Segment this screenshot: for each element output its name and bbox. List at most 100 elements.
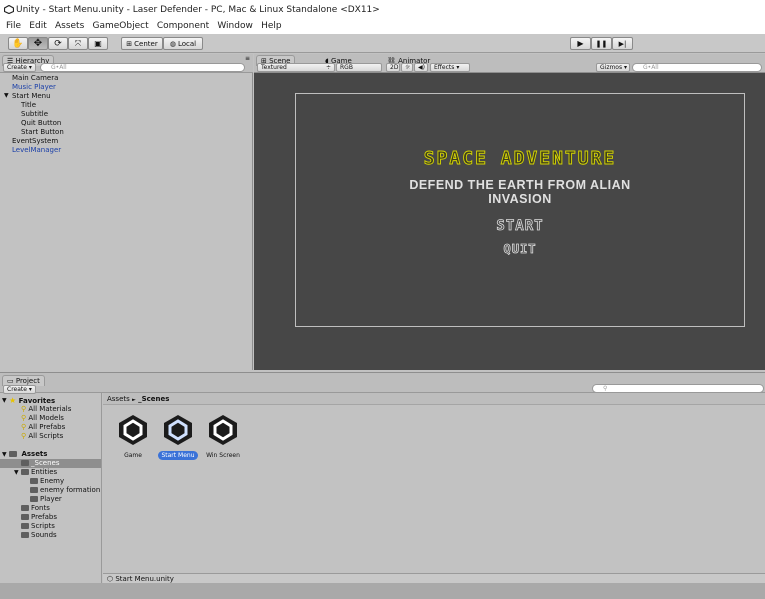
start-button-text[interactable]: START (296, 218, 744, 235)
folder-icon (21, 460, 29, 466)
favorites-label: Favorites (18, 397, 56, 405)
hierarchy-item-eventsystem[interactable]: EventSystem (12, 137, 58, 145)
project-search-input[interactable]: ⚲ (592, 384, 764, 393)
game-subtitle-line1: DEFEND THE EARTH FROM ALIAN (409, 178, 631, 192)
hierarchy-create-dropdown[interactable]: Create ▾ (3, 63, 36, 72)
play-button[interactable]: ▶ (570, 37, 591, 50)
favorite-label: All Scripts (28, 432, 64, 440)
folder-enemy-formation[interactable]: enemy formation (30, 486, 100, 494)
asset-scene-start-menu[interactable]: Start Menu (158, 413, 198, 460)
hierarchy-item-music-player[interactable]: Music Player (12, 83, 56, 91)
create-label: Create (7, 386, 27, 393)
hierarchy-item-start-menu[interactable]: Start Menu (12, 92, 51, 100)
asset-scene-game[interactable]: Game (113, 413, 153, 460)
rect-tool-button[interactable]: ▣ (88, 37, 108, 50)
folder-prefabs[interactable]: Prefabs (21, 513, 57, 521)
scale-tool-button[interactable]: ⤧ (68, 37, 88, 50)
rotate-tool-button[interactable]: ⟳ (48, 37, 68, 50)
expand-arrow-icon[interactable]: ▼ (4, 92, 9, 99)
favorite-label: All Prefabs (28, 423, 66, 431)
assets-root[interactable]: Assets (9, 450, 47, 458)
hierarchy-item-main-camera[interactable]: Main Camera (12, 74, 58, 82)
assets-label: Assets (21, 450, 48, 458)
breadcrumb-scenes[interactable]: _Scenes (138, 395, 169, 403)
game-subtitle-text[interactable]: DEFEND THE EARTH FROM ALIAN INVASION (296, 178, 744, 206)
menu-assets[interactable]: Assets (55, 21, 84, 31)
create-label: Create (7, 64, 27, 71)
menu-window[interactable]: Window (217, 21, 253, 31)
favorite-all-materials[interactable]: ⚲ All Materials (21, 405, 71, 413)
quit-button-text[interactable]: QUIT (296, 242, 744, 257)
folder-player[interactable]: Player (30, 495, 62, 503)
2d-mode-toggle[interactable]: 2D (386, 63, 400, 72)
menu-gameobject[interactable]: GameObject (93, 21, 149, 31)
menu-edit[interactable]: Edit (29, 21, 46, 31)
search-icon: ⚲ (21, 423, 27, 431)
gizmos-label: Gizmos (600, 64, 623, 71)
step-button[interactable]: ▶| (612, 37, 633, 50)
scene-panel-header: ⊞ Scene ◖ Game ⛓ Animator Textured ÷ RGB… (254, 54, 765, 73)
unity-scene-icon (119, 415, 147, 445)
hierarchy-item-levelmanager[interactable]: LevelManager (12, 146, 61, 154)
gizmos-dropdown[interactable]: Gizmos ▾ (596, 63, 630, 72)
panel-menu-icon[interactable]: ≡ (245, 55, 250, 62)
favorite-all-scripts[interactable]: ⚲ All Scripts (21, 432, 63, 440)
hand-tool-button[interactable]: ✋ (8, 37, 28, 50)
pivot-local-label: Local (177, 39, 197, 48)
folder-label: Prefabs (31, 513, 57, 521)
hierarchy-item-start-button[interactable]: Start Button (21, 128, 64, 136)
hierarchy-item-title[interactable]: Title (21, 101, 36, 109)
folder-label: Entities (31, 468, 58, 476)
expand-arrow-icon[interactable]: ▼ (2, 397, 7, 404)
search-placeholder: G•All (643, 64, 659, 71)
breadcrumb-assets[interactable]: Assets (107, 395, 130, 403)
menu-component[interactable]: Component (157, 21, 209, 31)
render-mode-dropdown[interactable]: RGB (336, 63, 382, 72)
project-folder-tree: ▼ ★ Favorites ⚲ All Materials ⚲ All Mode… (0, 393, 102, 599)
hierarchy-search-input[interactable]: G•All (40, 63, 245, 72)
folder-entities[interactable]: Entities (21, 468, 57, 476)
unity-scene-icon (164, 415, 192, 445)
dropdown-arrow-icon: ÷ (325, 64, 331, 71)
unity-scene-small-icon: ⬡ (107, 575, 114, 583)
hierarchy-item-subtitle[interactable]: Subtitle (21, 110, 48, 118)
folder-scripts[interactable]: Scripts (21, 522, 55, 530)
breadcrumb: Assets ► _Scenes (103, 393, 765, 405)
favorite-all-prefabs[interactable]: ⚲ All Prefabs (21, 423, 65, 431)
lighting-toggle[interactable]: ☼ (401, 63, 413, 72)
favorite-all-models[interactable]: ⚲ All Models (21, 414, 64, 422)
menu-help[interactable]: Help (261, 21, 282, 31)
pause-button[interactable]: ❚❚ (591, 37, 612, 50)
audio-toggle[interactable]: ◀) (414, 63, 428, 72)
folder-label: _Scenes (31, 459, 60, 467)
folder-scenes[interactable]: _Scenes (21, 459, 60, 467)
menu-bar: File Edit Assets GameObject Component Wi… (0, 20, 765, 34)
effects-label: Effects (434, 64, 455, 71)
hierarchy-item-quit-button[interactable]: Quit Button (21, 119, 61, 127)
scale-icon: ⤧ (74, 38, 82, 48)
asset-scene-win-screen[interactable]: Win Screen (203, 413, 243, 460)
globe-icon: ◍ (169, 39, 176, 48)
dropdown-arrow-icon: ▾ (28, 386, 32, 393)
folder-label: enemy formation (40, 486, 101, 494)
folder-fonts[interactable]: Fonts (21, 504, 50, 512)
folder-icon (9, 451, 17, 457)
shading-mode-dropdown[interactable]: Textured ÷ (257, 63, 335, 72)
speaker-icon: ◀) (418, 64, 425, 71)
folder-enemy[interactable]: Enemy (30, 477, 64, 485)
pivot-center-toggle[interactable]: ⊞ Center (121, 37, 163, 50)
scene-search-input[interactable]: G•All (632, 63, 762, 72)
expand-arrow-icon[interactable]: ▼ (2, 451, 7, 458)
folder-sounds[interactable]: Sounds (21, 531, 57, 539)
menu-file[interactable]: File (6, 21, 21, 31)
effects-dropdown[interactable]: Effects ▾ (430, 63, 470, 72)
pivot-local-toggle[interactable]: ◍ Local (163, 37, 203, 50)
unity-logo-icon (4, 5, 14, 14)
folder-icon: ▭ (7, 377, 14, 385)
favorites-header[interactable]: ★ Favorites (9, 396, 55, 405)
window-title-bar: Unity - Start Menu.unity - Laser Defende… (0, 0, 765, 20)
expand-arrow-icon[interactable]: ▼ (14, 469, 19, 476)
scene-view[interactable]: SPACE ADVENTURE DEFEND THE EARTH FROM AL… (254, 73, 765, 370)
move-tool-button[interactable]: ✥ (28, 37, 48, 50)
game-title-text[interactable]: SPACE ADVENTURE (296, 148, 744, 170)
